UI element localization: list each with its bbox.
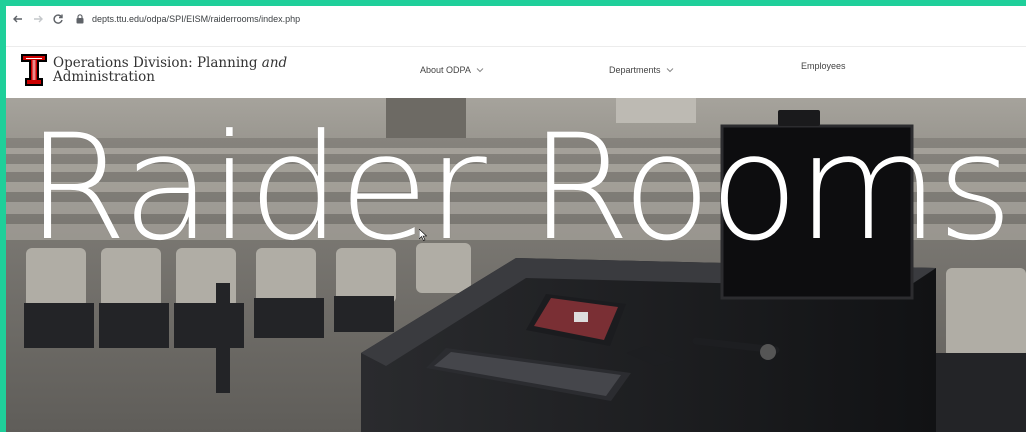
url-text[interactable]: depts.ttu.edu/odpa/SPI/EISM/raiderrooms/… <box>92 14 300 24</box>
reload-icon[interactable] <box>50 11 66 27</box>
browser-window: depts.ttu.edu/odpa/SPI/EISM/raiderrooms/… <box>6 6 1026 432</box>
chevron-down-icon <box>666 68 673 73</box>
hero-title: Raider Rooms <box>26 103 1013 273</box>
forward-arrow-icon[interactable] <box>30 11 46 27</box>
site-header: Operations Division: Planning and Admini… <box>6 46 1026 99</box>
address-bar: depts.ttu.edu/odpa/SPI/EISM/raiderrooms/… <box>6 6 1026 32</box>
lock-icon[interactable] <box>76 14 86 24</box>
texas-tech-logo-icon[interactable] <box>20 53 48 87</box>
nav-departments[interactable]: Departments <box>609 65 674 75</box>
nav-departments-label: Departments <box>609 65 661 75</box>
nav-employees-label: Employees <box>801 61 846 71</box>
nav-about-odpa[interactable]: About ODPA <box>420 65 484 75</box>
back-arrow-icon[interactable] <box>10 11 26 27</box>
nav-about-odpa-label: About ODPA <box>420 65 471 75</box>
mouse-cursor-icon <box>419 229 427 241</box>
site-title-italic: and <box>261 55 288 71</box>
hero-banner: Raider Rooms <box>6 98 1026 432</box>
site-title-line2: Administration <box>53 69 155 85</box>
chevron-down-icon <box>476 68 484 73</box>
nav-employees[interactable]: Employees <box>801 61 846 71</box>
site-title[interactable]: Operations Division: Planning and Admini… <box>53 56 287 84</box>
